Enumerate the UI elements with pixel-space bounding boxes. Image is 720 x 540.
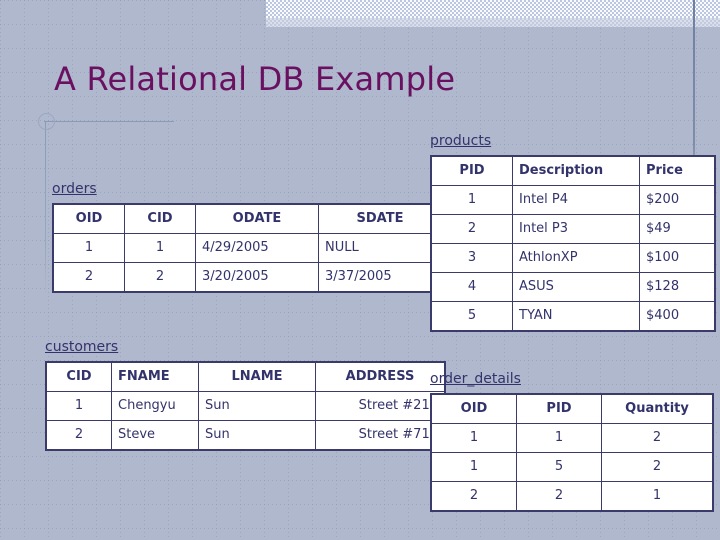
table-cell: ASUS [512,272,640,302]
table-row: 4 ASUS $128 [430,272,716,302]
order-details-table: OID PID Quantity 1 1 2 1 5 2 2 2 1 [430,393,714,512]
table-cell: 2 [430,214,513,244]
table-cell: 2 [601,452,714,482]
page-title: A Relational DB Example [54,60,456,98]
table-cell: 5 [430,301,513,332]
column-header: CID [45,361,112,392]
table-cell: 1 [430,423,517,453]
table-cell: 1 [52,233,125,263]
column-header: ADDRESS [315,361,446,392]
table-cell: Street #711 [315,420,446,451]
table-cell: $49 [639,214,716,244]
column-header: FNAME [111,361,199,392]
table-cell: TYAN [512,301,640,332]
table-cell: 2 [601,423,714,453]
top-checkered-band-fade [266,18,720,27]
table-row: 2 Intel P3 $49 [430,214,716,244]
orders-table-caption: orders [52,181,97,197]
table-cell: NULL [318,233,443,263]
table-row: 2 Steve Sun Street #711 [45,420,446,451]
table-cell: 1 [45,391,112,421]
products-table-block: products PID Description Price 1 Intel P… [430,130,716,332]
column-header: SDATE [318,203,443,234]
table-row: 2 2 3/20/2005 3/37/2005 [52,262,443,293]
table-cell: Intel P3 [512,214,640,244]
table-cell: 1 [124,233,196,263]
table-cell: 4/29/2005 [195,233,319,263]
table-row: 3 AthlonXP $100 [430,243,716,273]
table-cell: 1 [430,185,513,215]
table-header-row: PID Description Price [430,155,716,186]
column-header: OID [52,203,125,234]
title-underline-rule [44,121,174,122]
table-cell: 3/20/2005 [195,262,319,293]
table-row: 1 1 4/29/2005 NULL [52,233,443,263]
table-row: 1 1 2 [430,423,714,453]
customers-table-block: customers CID FNAME LNAME ADDRESS 1 Chen… [45,336,446,451]
column-header: Description [512,155,640,186]
table-cell: 1 [601,481,714,512]
table-cell: 2 [52,262,125,293]
table-cell: Chengyu [111,391,199,421]
table-cell: AthlonXP [512,243,640,273]
column-header: Price [639,155,716,186]
table-cell: 1 [516,423,602,453]
table-cell: 2 [430,481,517,512]
order-details-table-caption: order_details [430,371,521,387]
table-cell: 5 [516,452,602,482]
orders-table: OID CID ODATE SDATE 1 1 4/29/2005 NULL 2… [52,203,443,293]
table-row: 1 Intel P4 $200 [430,185,716,215]
table-header-row: OID PID Quantity [430,393,714,424]
products-table: PID Description Price 1 Intel P4 $200 2 … [430,155,716,332]
column-header: PID [430,155,513,186]
column-header: CID [124,203,196,234]
table-cell: Sun [198,420,316,451]
table-cell: 3 [430,243,513,273]
table-cell: 3/37/2005 [318,262,443,293]
column-header: LNAME [198,361,316,392]
table-cell: 2 [516,481,602,512]
table-cell: 1 [430,452,517,482]
customers-table-caption: customers [45,339,119,355]
column-header: PID [516,393,602,424]
table-header-row: OID CID ODATE SDATE [52,203,443,234]
left-vertical-rule [45,122,46,297]
table-header-row: CID FNAME LNAME ADDRESS [45,361,446,392]
products-table-caption: products [430,133,492,149]
top-checkered-band [266,0,720,18]
table-row: 5 TYAN $400 [430,301,716,332]
table-cell: 4 [430,272,513,302]
table-cell: $128 [639,272,716,302]
table-cell: $200 [639,185,716,215]
orders-table-block: orders OID CID ODATE SDATE 1 1 4/29/2005… [52,178,443,293]
column-header: OID [430,393,517,424]
table-cell: $100 [639,243,716,273]
column-header: ODATE [195,203,319,234]
table-cell: Intel P4 [512,185,640,215]
table-cell: 2 [45,420,112,451]
table-row: 1 5 2 [430,452,714,482]
decorative-circle-icon [38,113,55,130]
table-row: 2 2 1 [430,481,714,512]
slide-canvas: A Relational DB Example orders OID CID O… [0,0,720,540]
column-header: Quantity [601,393,714,424]
table-cell: Steve [111,420,199,451]
table-cell: Sun [198,391,316,421]
table-cell: Street #215 [315,391,446,421]
table-row: 1 Chengyu Sun Street #215 [45,391,446,421]
table-cell: 2 [124,262,196,293]
table-cell: $400 [639,301,716,332]
customers-table: CID FNAME LNAME ADDRESS 1 Chengyu Sun St… [45,361,446,451]
order-details-table-block: order_details OID PID Quantity 1 1 2 1 5 [430,368,714,512]
